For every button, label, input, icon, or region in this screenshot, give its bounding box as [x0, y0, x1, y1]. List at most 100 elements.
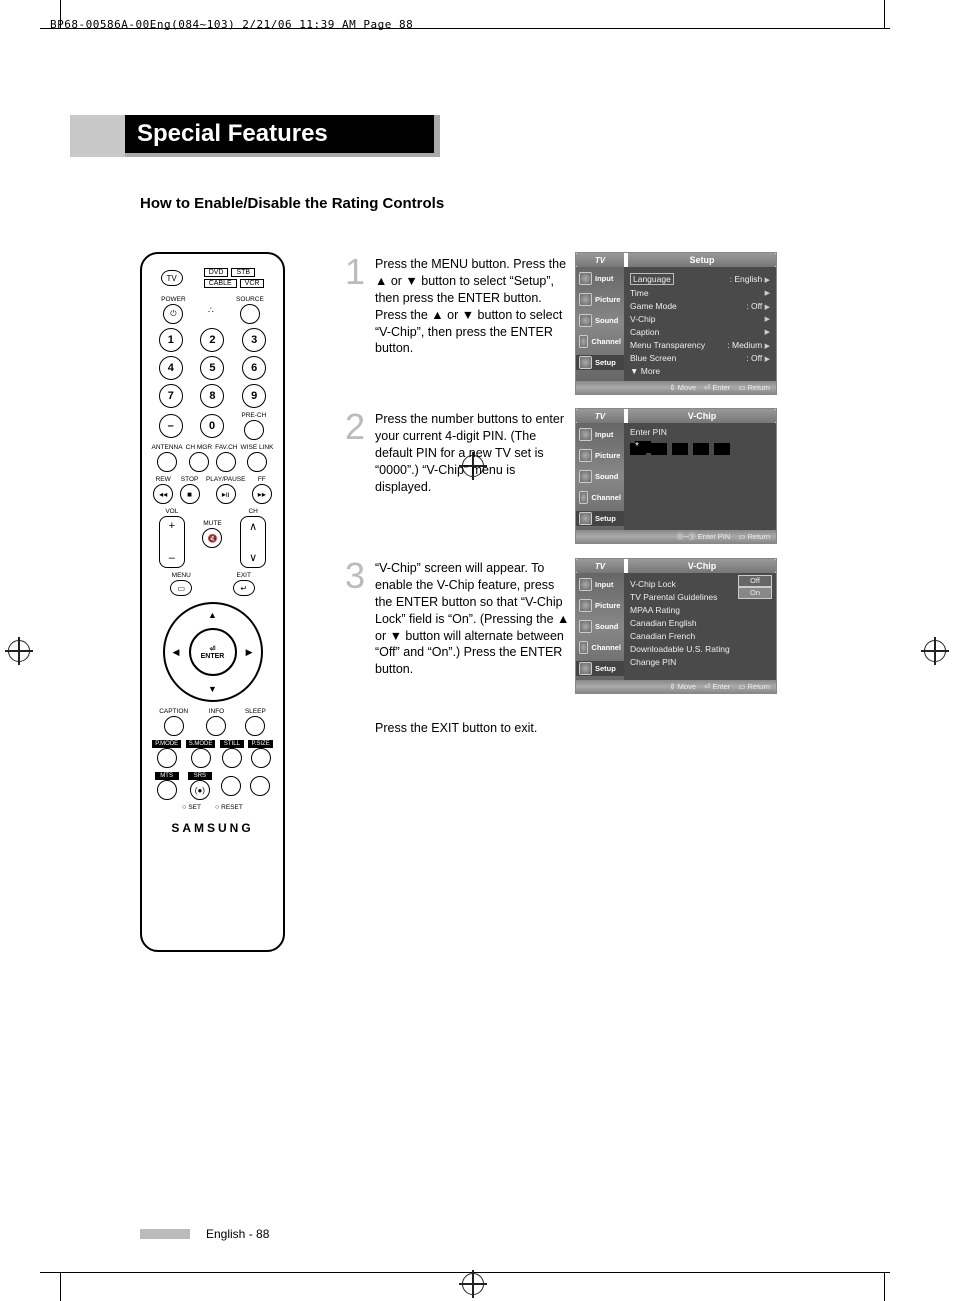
exit-button[interactable]: ↵ [233, 580, 255, 596]
foot-return: Return [747, 532, 770, 541]
input-icon [579, 272, 592, 285]
prech-button[interactable] [244, 420, 264, 440]
psize-button[interactable] [251, 748, 271, 768]
extra-button-1[interactable] [221, 776, 241, 796]
menu-item[interactable]: V-Chip Lock [630, 579, 676, 589]
favch-button[interactable] [216, 452, 236, 472]
key-1[interactable]: 1 [159, 328, 183, 352]
side-sound[interactable]: Sound [576, 469, 624, 484]
side-picture[interactable]: Picture [576, 448, 624, 463]
menu-item[interactable]: Canadian English [630, 618, 697, 628]
stop-button[interactable]: ■ [180, 484, 200, 504]
osd-title: Setup [628, 253, 776, 267]
key-dash[interactable]: – [159, 414, 183, 438]
side-sound[interactable]: Sound [576, 619, 624, 634]
menu-value: : English [730, 274, 763, 284]
channel-rocker[interactable]: ∧∨ [240, 516, 266, 568]
step-number: 3 [345, 552, 365, 601]
ff-label: FF [258, 476, 266, 483]
key-8[interactable]: 8 [200, 384, 224, 408]
menu-item[interactable]: Change PIN [630, 657, 676, 667]
key-2[interactable]: 2 [200, 328, 224, 352]
side-input[interactable]: Input [576, 427, 624, 442]
menu-item[interactable]: TV Parental Guidelines [630, 592, 717, 602]
osd-title: V-Chip [628, 409, 776, 423]
side-sound[interactable]: Sound [576, 313, 624, 328]
crop-mark [60, 1273, 61, 1301]
key-9[interactable]: 9 [242, 384, 266, 408]
key-0[interactable]: 0 [200, 414, 224, 438]
osd-setup: TV Setup Input Picture Sound Channel Set… [575, 252, 777, 395]
chmgr-button[interactable] [189, 452, 209, 472]
mode-vcr-button[interactable]: VCR [240, 279, 265, 288]
wiselink-button[interactable] [247, 452, 267, 472]
srs-button[interactable]: (●) [190, 780, 210, 800]
side-input[interactable]: Input [576, 271, 624, 286]
menu-item[interactable]: Caption [630, 327, 659, 337]
volume-rocker[interactable]: +– [159, 516, 185, 568]
side-picture[interactable]: Picture [576, 292, 624, 307]
input-icon [579, 428, 592, 441]
power-button[interactable]: ⏻ [163, 304, 183, 324]
rew-button[interactable]: ◂◂ [153, 484, 173, 504]
side-setup[interactable]: Setup [576, 511, 624, 526]
antenna-button[interactable] [157, 452, 177, 472]
menu-item[interactable]: Blue Screen [630, 353, 676, 363]
option-toggle[interactable]: Off On [738, 575, 772, 599]
still-button[interactable] [222, 748, 242, 768]
play-button[interactable]: ▸ιι [216, 484, 236, 504]
section-title: Special Features [125, 115, 440, 157]
sleep-button[interactable] [245, 716, 265, 736]
extra-button-2[interactable] [250, 776, 270, 796]
side-channel[interactable]: Channel [576, 640, 624, 655]
menu-item[interactable]: Menu Transparency [630, 340, 705, 350]
mute-button[interactable]: 🔇 [202, 528, 222, 548]
favch-label: FAV.CH [215, 444, 237, 451]
pmode-button[interactable] [157, 748, 177, 768]
menu-item[interactable]: Time [630, 288, 649, 298]
menu-more[interactable]: ▼ More [630, 366, 660, 376]
dpad-left-icon: ◀ [173, 647, 180, 658]
key-7[interactable]: 7 [159, 384, 183, 408]
source-button[interactable] [240, 304, 260, 324]
side-picture[interactable]: Picture [576, 598, 624, 613]
foot-enter: Enter [712, 383, 730, 392]
psize-label: P.SIZE [248, 740, 272, 748]
option-off[interactable]: Off [738, 575, 772, 587]
mode-cable-button[interactable]: CABLE [204, 279, 237, 288]
option-on[interactable]: On [738, 587, 772, 599]
mode-dvd-button[interactable]: DVD [204, 268, 229, 277]
pin-input-boxes[interactable]: * [630, 443, 770, 455]
side-channel[interactable]: Channel [576, 334, 624, 349]
channel-icon [579, 641, 588, 654]
side-channel[interactable]: Channel [576, 490, 624, 505]
ff-button[interactable]: ▸▸ [252, 484, 272, 504]
mode-tv-button[interactable]: TV [161, 270, 183, 286]
menu-item[interactable]: Language [630, 273, 674, 285]
side-input[interactable]: Input [576, 577, 624, 592]
osd-tv-badge: TV [576, 253, 624, 267]
menu-button[interactable]: ▭ [170, 580, 192, 596]
enter-button[interactable]: ⏎ENTER [189, 628, 237, 676]
key-4[interactable]: 4 [159, 356, 183, 380]
picture-icon [579, 599, 592, 612]
key-6[interactable]: 6 [242, 356, 266, 380]
menu-item[interactable]: MPAA Rating [630, 605, 680, 615]
mts-button[interactable] [157, 780, 177, 800]
key-5[interactable]: 5 [200, 356, 224, 380]
dpad[interactable]: ▲ ▼ ◀ ▶ ⏎ENTER [163, 602, 263, 702]
key-3[interactable]: 3 [242, 328, 266, 352]
side-setup[interactable]: Setup [576, 355, 624, 370]
menu-item[interactable]: Downloadable U.S. Rating [630, 644, 730, 654]
menu-item[interactable]: Game Mode [630, 301, 677, 311]
side-setup[interactable]: Setup [576, 661, 624, 676]
mode-stb-button[interactable]: STB [231, 268, 255, 277]
smode-button[interactable] [191, 748, 211, 768]
sound-icon [579, 314, 592, 327]
info-button[interactable] [206, 716, 226, 736]
caption-button[interactable] [164, 716, 184, 736]
menu-item[interactable]: V-Chip [630, 314, 656, 324]
registration-mark [462, 1273, 484, 1295]
menu-item[interactable]: Canadian French [630, 631, 695, 641]
picture-icon [579, 293, 592, 306]
